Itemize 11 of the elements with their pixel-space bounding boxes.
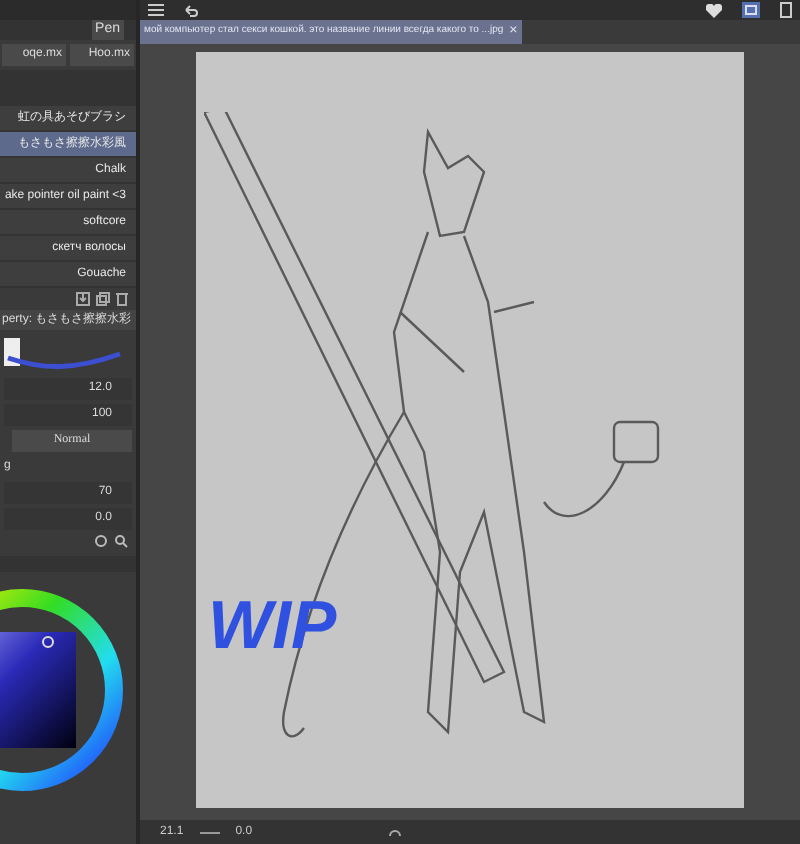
trash-icon[interactable]: [116, 292, 128, 306]
copy-icon[interactable]: [96, 292, 110, 306]
grid-toggle-icon[interactable]: [742, 2, 760, 18]
download-icon[interactable]: [76, 292, 90, 306]
search-icon[interactable]: [114, 534, 128, 548]
rotate-icon[interactable]: [388, 825, 403, 839]
menu-icon[interactable]: [148, 4, 164, 16]
undo-icon[interactable]: [184, 3, 198, 17]
heart-icon[interactable]: [706, 3, 722, 17]
brush-stroke-preview: [4, 334, 124, 374]
document-icon[interactable]: [780, 2, 792, 18]
